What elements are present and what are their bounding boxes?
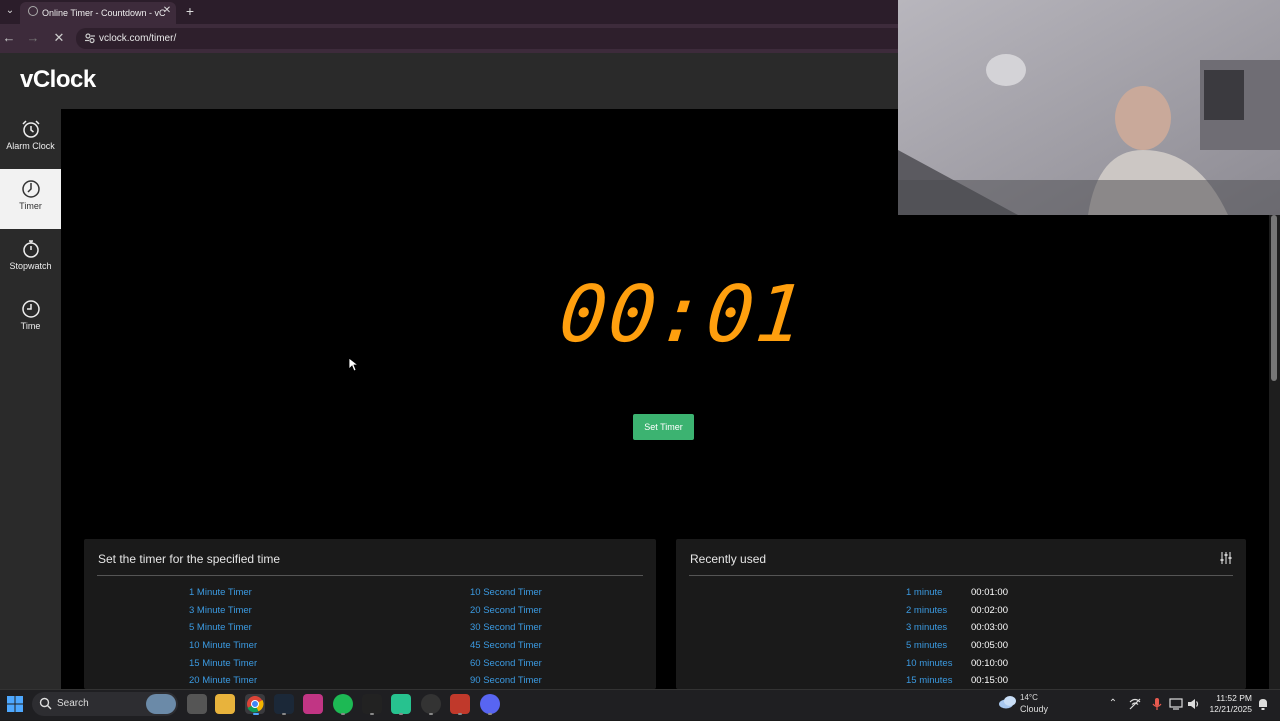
sidebar-item-timer[interactable]: Timer — [0, 169, 61, 229]
panel-title: Set the timer for the specified time — [98, 552, 281, 566]
search-icon — [39, 697, 52, 710]
timer-presets-panel: Set the timer for the specified time 1 M… — [84, 539, 656, 689]
timer-icon — [21, 180, 40, 198]
microphone-icon[interactable] — [1150, 697, 1164, 711]
recent-item-link[interactable]: 15 minutes — [906, 672, 952, 690]
running-app-indicator — [282, 713, 286, 715]
minute-presets-list: 1 Minute Timer 3 Minute Timer 5 Minute T… — [189, 584, 257, 690]
recent-item-link[interactable]: 3 minutes — [906, 619, 952, 637]
browser-tab[interactable]: Online Timer - Countdown - vC — [20, 2, 176, 24]
mouse-cursor-icon — [348, 357, 358, 372]
recent-item-duration: 00:02:00 — [971, 604, 1008, 616]
recent-labels-list: 1 minute 2 minutes 3 minutes 5 minutes 1… — [906, 584, 952, 690]
recent-item-link[interactable]: 5 minutes — [906, 637, 952, 655]
search-highlight-icon — [146, 694, 176, 714]
running-app-indicator — [458, 713, 462, 715]
new-tab-button[interactable]: + — [181, 2, 199, 20]
sidebar-item-label: Stopwatch — [9, 261, 52, 271]
spotify-icon[interactable] — [333, 694, 353, 714]
back-button[interactable]: ← — [0, 29, 18, 47]
cloudy-weather-icon — [999, 696, 1016, 709]
recent-item-link[interactable]: 1 minute — [906, 584, 952, 602]
recent-item-duration: 00:01:00 — [971, 587, 1008, 598]
preset-link[interactable]: 20 Minute Timer — [189, 672, 257, 690]
tab-close-button[interactable]: ✕ — [160, 4, 174, 18]
task-view-icon[interactable] — [187, 694, 207, 714]
preset-link[interactable]: 3 Minute Timer — [189, 602, 257, 620]
stop-loading-button[interactable]: ✕ — [50, 29, 68, 47]
instagram-icon[interactable] — [303, 694, 323, 714]
second-presets-list: 10 Second Timer 20 Second Timer 30 Secon… — [470, 584, 542, 690]
chrome-icon[interactable] — [245, 694, 265, 714]
active-app-indicator — [253, 713, 259, 715]
page-scrollbar-thumb[interactable] — [1271, 215, 1277, 381]
preset-link[interactable]: 45 Second Timer — [470, 637, 542, 655]
preset-link[interactable]: 30 Second Timer — [470, 619, 542, 637]
preset-link[interactable]: 5 Minute Timer — [189, 619, 257, 637]
voice-app-icon[interactable] — [450, 694, 470, 714]
preset-link[interactable]: 15 Minute Timer — [189, 655, 257, 673]
taskbar-clock-date[interactable]: 12/21/2025 — [1204, 704, 1252, 714]
sliders-icon[interactable] — [1219, 551, 1233, 565]
panel-divider — [97, 575, 643, 576]
timer-display: 00:01 — [555, 270, 809, 360]
panel-divider — [689, 575, 1233, 576]
url-text[interactable]: vclock.com/timer/ — [99, 28, 176, 49]
preset-link[interactable]: 10 Second Timer — [470, 584, 542, 602]
forward-button[interactable]: → — [24, 29, 42, 47]
recent-item-link[interactable]: 2 minutes — [906, 602, 952, 620]
volume-icon[interactable] — [1186, 697, 1200, 711]
sidebar-item-time[interactable]: Time — [0, 289, 61, 349]
running-app-indicator — [370, 713, 374, 715]
preset-link[interactable]: 90 Second Timer — [470, 672, 542, 690]
preset-link[interactable]: 20 Second Timer — [470, 602, 542, 620]
set-timer-button[interactable]: Set Timer — [633, 414, 694, 440]
running-app-indicator — [429, 713, 433, 715]
sidebar-item-alarm-clock[interactable]: Alarm Clock — [0, 109, 61, 169]
recent-durations-list: 00:01:00 00:02:00 00:03:00 00:05:00 00:1… — [971, 584, 1008, 690]
site-logo[interactable]: vClock — [20, 66, 96, 94]
taskbar-clock-time[interactable]: 11:52 PM — [1204, 693, 1252, 703]
notifications-bell-icon[interactable] — [1256, 697, 1270, 711]
discord-icon[interactable] — [480, 694, 500, 714]
preset-link[interactable]: 10 Minute Timer — [189, 637, 257, 655]
webcam-overlay — [898, 0, 1280, 215]
obs-icon[interactable] — [421, 694, 441, 714]
file-explorer-icon[interactable] — [215, 694, 235, 714]
recently-used-panel: Recently used 1 minute 2 minutes 3 minut… — [676, 539, 1246, 689]
steam-icon[interactable] — [274, 694, 294, 714]
sidebar-item-label: Time — [20, 321, 41, 331]
running-app-indicator — [399, 713, 403, 715]
preset-link[interactable]: 1 Minute Timer — [189, 584, 257, 602]
sidebar-item-label: Timer — [19, 201, 42, 211]
sidebar-item-stopwatch[interactable]: Stopwatch — [0, 229, 61, 289]
terminal-app-icon[interactable] — [362, 694, 382, 714]
preset-link[interactable]: 60 Second Timer — [470, 655, 542, 673]
taskbar-search-label: Search — [57, 698, 89, 709]
clock-icon — [21, 300, 40, 318]
running-app-indicator — [341, 713, 345, 715]
weather-temperature: 14°C — [1020, 693, 1038, 702]
timer-digits: 00:01 — [555, 270, 810, 360]
running-app-indicator — [488, 713, 492, 715]
recent-item-duration: 00:05:00 — [971, 640, 1008, 652]
display-icon[interactable] — [1169, 697, 1183, 711]
alarm-clock-icon — [21, 120, 40, 138]
address-bar[interactable] — [76, 28, 906, 49]
windows-start-icon[interactable] — [6, 695, 24, 713]
site-info-icon[interactable] — [84, 32, 96, 44]
recent-item-duration: 00:15:00 — [971, 675, 1008, 687]
recent-item-duration: 00:10:00 — [971, 657, 1008, 669]
panel-title: Recently used — [690, 552, 767, 566]
network-off-icon[interactable] — [1128, 697, 1142, 711]
chat-app-icon[interactable] — [391, 694, 411, 714]
recent-item-link[interactable]: 10 minutes — [906, 655, 952, 673]
tab-list-button[interactable]: ⌄ — [2, 3, 18, 19]
recent-item-duration: 00:03:00 — [971, 622, 1008, 634]
tab-favicon-icon — [28, 6, 38, 16]
sidebar-item-label: Alarm Clock — [6, 141, 55, 151]
tray-overflow-chevron-icon[interactable]: ⌃ — [1106, 697, 1120, 711]
weather-description: Cloudy — [1020, 704, 1049, 714]
stopwatch-icon — [22, 240, 39, 258]
